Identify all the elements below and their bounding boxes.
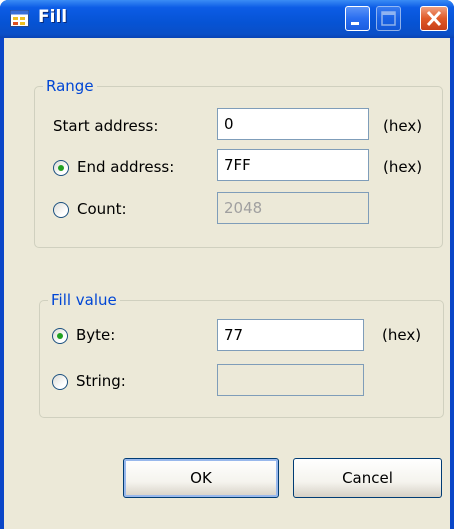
count-label: Count: [77, 200, 127, 218]
maximize-icon [381, 11, 396, 26]
minimize-icon [351, 22, 359, 25]
fill-value-legend: Fill value [48, 291, 120, 309]
start-address-hex-label: (hex) [383, 117, 423, 135]
start-address-label: Start address: [53, 117, 159, 135]
fill-dialog-window: Fill Range Start address: 0 (hex) End ad… [0, 0, 454, 529]
title-bar[interactable]: Fill [0, 0, 454, 38]
app-window-icon [10, 10, 29, 27]
end-address-hex-label: (hex) [383, 158, 423, 176]
byte-radio[interactable] [52, 328, 68, 344]
close-icon [426, 10, 442, 27]
minimize-button[interactable] [345, 6, 370, 31]
radio-selected-dot [57, 333, 63, 339]
end-address-radio[interactable] [53, 160, 69, 176]
range-legend: Range [43, 77, 97, 95]
ok-button[interactable]: OK [123, 458, 279, 498]
string-radio[interactable] [52, 374, 68, 390]
maximize-button[interactable] [376, 6, 401, 31]
count-input: 2048 [217, 192, 369, 224]
string-label: String: [76, 372, 126, 390]
close-button[interactable] [420, 6, 448, 31]
end-address-label: End address: [77, 158, 175, 176]
end-address-input[interactable]: 7FF [217, 149, 369, 181]
string-input [217, 364, 364, 396]
byte-hex-label: (hex) [382, 326, 422, 344]
byte-input[interactable]: 77 [217, 319, 364, 351]
radio-selected-dot [58, 165, 64, 171]
dialog-body: Range Start address: 0 (hex) End address… [4, 38, 450, 529]
cancel-button[interactable]: Cancel [293, 458, 442, 498]
window-title: Fill [38, 7, 68, 27]
fill-value-groupbox: Fill value [39, 291, 444, 418]
byte-label: Byte: [76, 326, 116, 344]
start-address-input[interactable]: 0 [217, 108, 369, 140]
count-radio[interactable] [53, 202, 69, 218]
